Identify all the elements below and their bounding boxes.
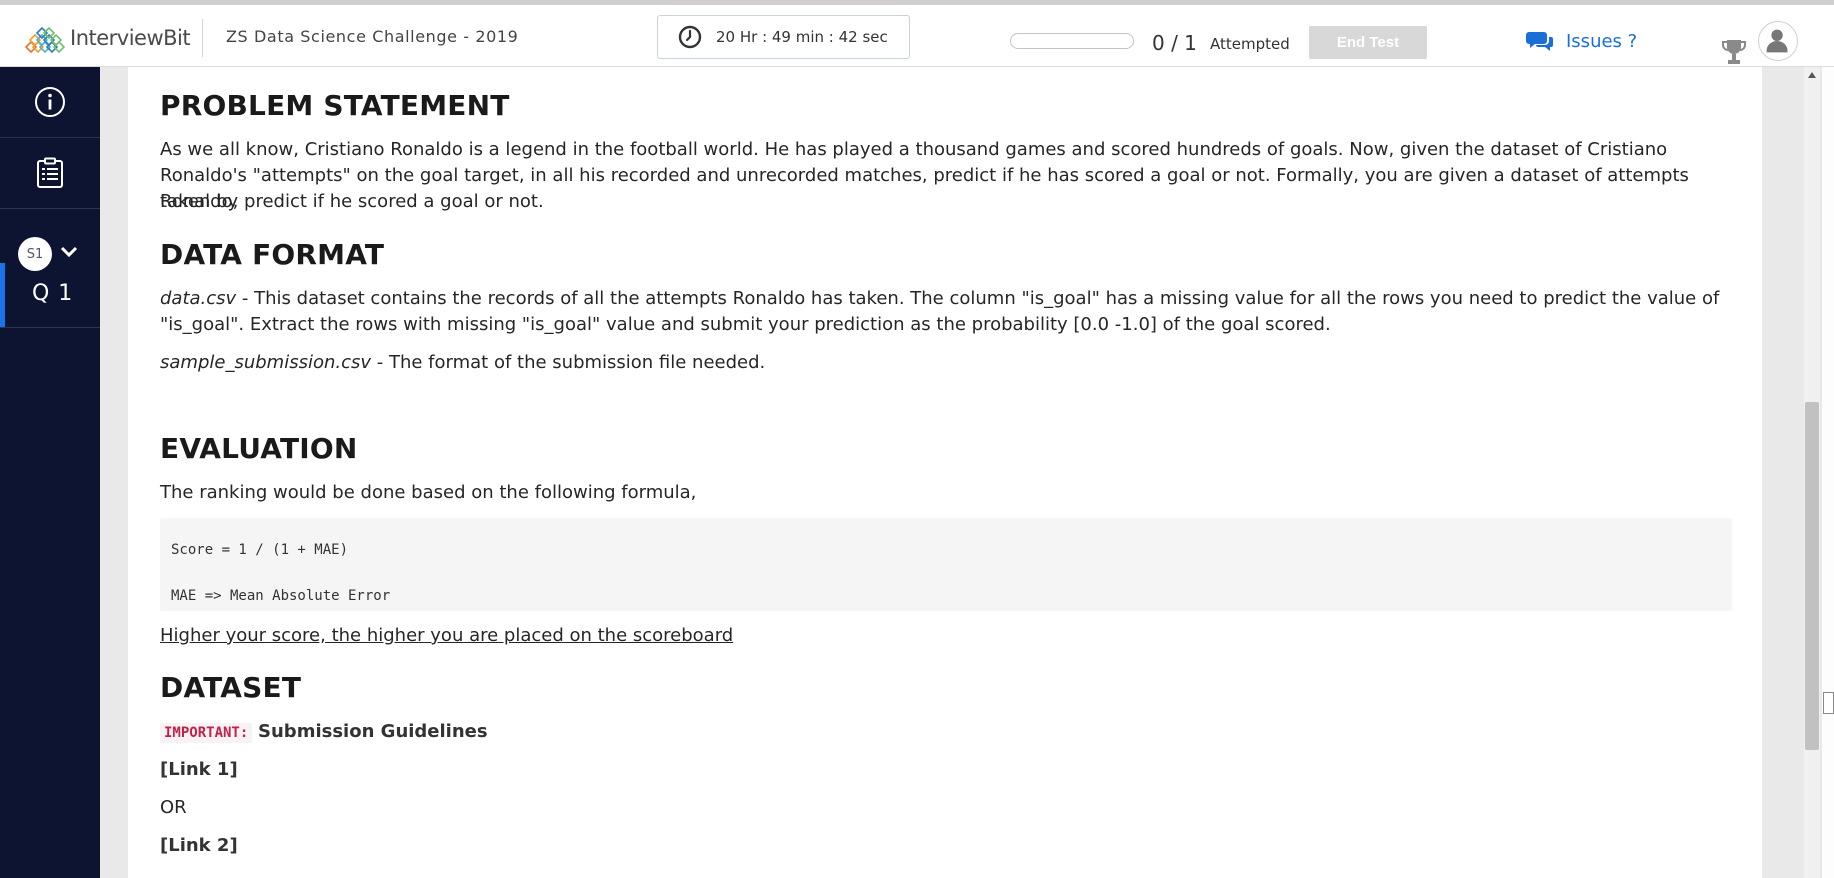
trophy-icon[interactable] — [1720, 37, 1748, 67]
data-file-line-1: data.csv - This dataset contains the rec… — [160, 286, 1730, 312]
or-text: OR — [160, 797, 187, 818]
issues-label: Issues ? — [1566, 30, 1638, 52]
user-avatar-icon — [1766, 29, 1788, 53]
attempt-progress-bar — [1010, 33, 1134, 49]
attempted-count: 0 / 1 — [1152, 31, 1197, 55]
issues-link[interactable]: Issues ? — [1526, 29, 1637, 53]
info-icon — [35, 87, 65, 117]
active-indicator — [0, 263, 5, 327]
problem-statement-heading: PROBLEM STATEMENT — [160, 89, 510, 122]
code-line-2: MAE => Mean Absolute Error — [171, 588, 391, 604]
countdown-timer: 20 Hr : 49 min : 42 sec — [657, 15, 910, 59]
data-file-desc: - This dataset contains the records of a… — [236, 288, 1720, 309]
important-tag: IMPORTANT: — [160, 723, 253, 743]
guidelines-line: IMPORTANT: Submission Guidelines — [160, 719, 1730, 746]
problem-text-line-3: Ronaldo, predict if he scored a goal or … — [160, 191, 544, 212]
data-file-name: data.csv — [160, 288, 237, 309]
sample-file-name: sample_submission.csv — [160, 352, 372, 373]
chevron-down-icon — [60, 246, 78, 258]
question-label: Q 1 — [32, 281, 74, 306]
scrollbar-thumb[interactable] — [1805, 402, 1819, 750]
dataset-link-2-line: [Link 2] — [160, 833, 1730, 859]
dataset-heading: DATASET — [160, 671, 302, 704]
formula-code-block: Score = 1 / (1 + MAE) MAE => Mean Absolu… — [160, 518, 1732, 611]
user-avatar[interactable] — [1758, 21, 1798, 61]
score-note: Higher your score, the higher you are pl… — [160, 623, 1730, 649]
attempted-label: Attempted — [1210, 35, 1290, 53]
problems-list-button[interactable] — [0, 138, 100, 209]
guidelines-text: Submission Guidelines — [258, 721, 488, 742]
end-test-button[interactable]: End Test — [1309, 26, 1427, 59]
scroll-up-arrow-icon[interactable] — [1808, 72, 1816, 78]
challenge-title: ZS Data Science Challenge - 2019 — [226, 27, 519, 46]
problem-text-line-1: As we all know, Cristiano Ronaldo is a l… — [160, 139, 1668, 160]
logo-text: InterviewBit — [70, 26, 191, 50]
top-header: InterviewBit ZS Data Science Challenge -… — [0, 5, 1834, 67]
chat-icon — [1526, 32, 1553, 51]
header-divider — [202, 19, 203, 57]
window-right-edge — [1822, 67, 1834, 878]
evaluation-heading: EVALUATION — [160, 432, 358, 465]
timer-text: 20 Hr : 49 min : 42 sec — [716, 28, 888, 46]
clock-icon — [678, 25, 702, 49]
sample-file-line: sample_submission.csv - The format of th… — [160, 350, 1730, 376]
info-button[interactable] — [0, 67, 100, 138]
collapse-tab[interactable] — [1823, 692, 1834, 714]
problem-content-panel: PROBLEM STATEMENT As we all know, Cristi… — [128, 67, 1762, 878]
dataset-link-1-line: [Link 1] — [160, 757, 1730, 783]
clipboard-list-icon — [37, 157, 63, 188]
sidebar-item-question-1[interactable]: Q 1 — [0, 263, 100, 328]
dataset-link-1[interactable]: [Link 1] — [160, 759, 238, 780]
code-line-1: Score = 1 / (1 + MAE) — [171, 542, 349, 558]
left-sidebar: S1 Q 1 — [0, 67, 100, 878]
interviewbit-logo[interactable]: InterviewBit — [24, 21, 191, 55]
evaluation-text: The ranking would be done based on the f… — [160, 482, 697, 503]
dataset-link-2[interactable]: [Link 2] — [160, 835, 238, 856]
data-format-heading: DATA FORMAT — [160, 238, 385, 271]
data-file-line-2: "is_goal". Extract the rows with missing… — [160, 314, 1331, 335]
logo-mark-icon — [24, 26, 66, 53]
sample-file-desc: - The format of the submission file need… — [371, 352, 766, 373]
score-note-text: Higher your score, the higher you are pl… — [160, 625, 734, 646]
